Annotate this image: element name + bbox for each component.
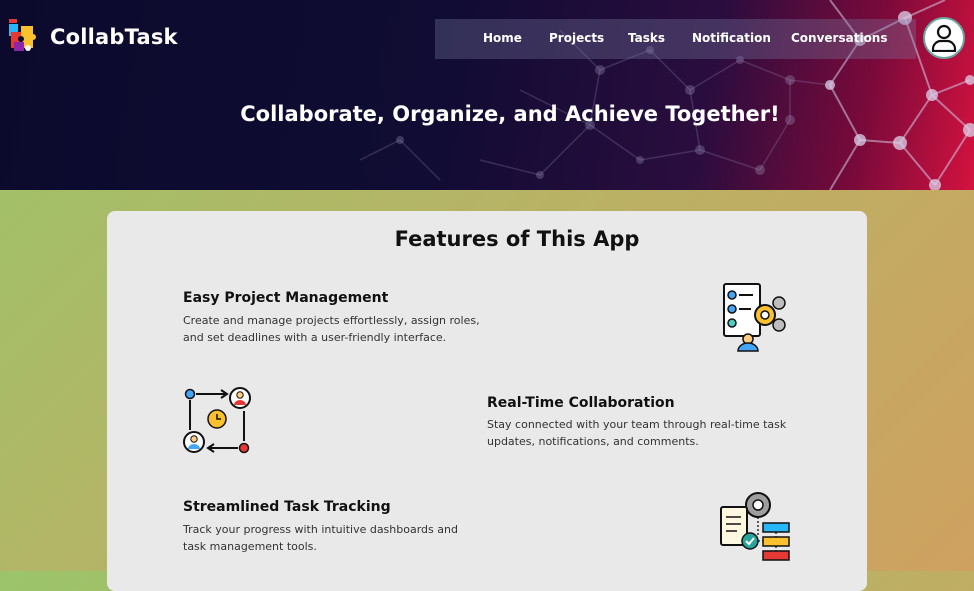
features-heading: Features of This App: [394, 227, 640, 251]
task-flowchart-gear-icon: [720, 492, 790, 561]
project-checklist-gear-icon: [723, 283, 786, 352]
hero-banner: CollabTask Home Projects Tasks Notificat…: [0, 0, 974, 190]
profile-button[interactable]: [923, 17, 965, 59]
nav-tasks[interactable]: Tasks: [628, 31, 665, 45]
brand-name: CollabTask: [50, 25, 178, 49]
feature-description: Create and manage projects effortlessly,…: [183, 314, 480, 344]
team-workflow-icon: [183, 387, 251, 454]
brand-logo[interactable]: CollabTask: [8, 18, 178, 56]
feature-description: Track your progress with intuitive dashb…: [183, 523, 458, 553]
user-profile-icon: [931, 24, 957, 52]
feature-title: Real-Time Collaboration: [487, 395, 675, 411]
nav-projects[interactable]: Projects: [549, 31, 604, 45]
feature-title: Easy Project Management: [183, 290, 389, 306]
nav-home[interactable]: Home: [483, 31, 522, 45]
feature-title: Streamlined Task Tracking: [183, 499, 391, 515]
nav-notification[interactable]: Notification: [692, 31, 771, 45]
main-navigation: Home Projects Tasks Notification Convers…: [435, 19, 916, 59]
features-card: Features of This App Easy Project Manage…: [107, 211, 867, 591]
nav-conversations[interactable]: Conversations: [791, 31, 888, 45]
hero-headline: Collaborate, Organize, and Achieve Toget…: [240, 102, 780, 126]
puzzle-logo-icon: [9, 19, 36, 51]
feature-description: Stay connected with your team through re…: [487, 418, 787, 448]
